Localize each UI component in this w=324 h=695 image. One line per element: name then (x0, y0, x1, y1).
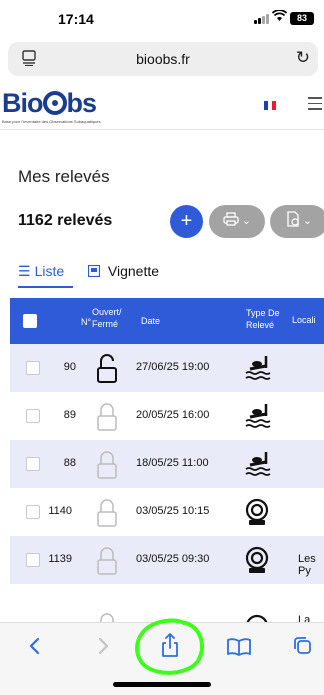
snorkel-icon (244, 354, 274, 382)
status-bar: 17:14 83 (0, 0, 324, 40)
table-row[interactable]: 89 20/05/25 16:00 (10, 392, 324, 440)
printer-icon (223, 212, 239, 226)
row-num: 1140 (48, 505, 72, 517)
signal-icon (254, 14, 270, 24)
row-num: 88 (63, 457, 76, 469)
header-type-line2[interactable]: Relevé (246, 320, 274, 331)
snorkel-icon (244, 402, 274, 430)
forward-icon[interactable] (88, 631, 118, 661)
row-date: 20/05/25 16:00 (136, 409, 210, 421)
table-row[interactable]: 88 18/05/25 11:00 (10, 440, 324, 488)
reload-icon[interactable]: ↻ (296, 48, 310, 68)
row-location: Les Py (298, 553, 316, 577)
row-num: 89 (63, 409, 76, 421)
row-date: 27/06/25 19:00 (136, 361, 210, 373)
lock-open-icon (96, 352, 118, 384)
logo-text-before: Bio (2, 88, 43, 118)
snorkel-icon (244, 450, 274, 478)
diving-helmet-icon (244, 498, 274, 526)
lock-closed-icon (96, 610, 118, 622)
french-flag-icon[interactable] (264, 101, 276, 110)
table-header: N° Ouvert/ Fermé Date Type De Relevé Loc… (10, 298, 324, 344)
row-location: La Lis (298, 614, 311, 622)
chevron-down-icon: ⌄ (241, 215, 252, 227)
chevron-down-icon: ⌄ (302, 215, 313, 227)
list-icon: ☰ (18, 263, 31, 279)
select-all-checkbox[interactable] (23, 314, 37, 328)
site-header: Bio bs Base pour l'Inventaire des Observa… (0, 85, 324, 130)
export-button[interactable]: ⌄ (270, 205, 324, 238)
address-bar[interactable]: bioobs.fr ↻ (8, 42, 318, 76)
tab-vignette[interactable]: Vignette (87, 263, 160, 279)
header-location[interactable]: Locali (292, 315, 316, 326)
tabs-overview-icon[interactable] (288, 631, 318, 661)
home-indicator[interactable] (113, 682, 211, 687)
header-date[interactable]: Date (141, 316, 160, 327)
tab-list[interactable]: ☰ Liste (18, 263, 73, 288)
row-num: 90 (63, 361, 76, 373)
logo-subtitle: Base pour l'Inventaire des Observations … (2, 119, 101, 124)
highlight-circle-annotation (135, 618, 204, 675)
logo-o-icon (42, 91, 67, 115)
back-icon[interactable] (20, 631, 50, 661)
row-date: 03/05/25 10:15 (136, 505, 210, 517)
print-button[interactable]: ⌄ (209, 205, 265, 238)
records-count: 1162 relevés (18, 212, 113, 229)
header-open-line1[interactable]: Ouvert/ (92, 307, 122, 318)
table-row[interactable]: 1139 03/05/25 09:30 Les Py (10, 536, 324, 584)
logo-text-after: bs (66, 88, 97, 118)
lock-closed-icon (96, 400, 118, 432)
header-open-line2[interactable]: Fermé (92, 319, 118, 330)
tab-list-label: Liste (34, 263, 65, 279)
page-title: Mes relevés (18, 167, 110, 186)
hamburger-icon[interactable] (308, 97, 322, 111)
bioobs-logo[interactable]: Bio bs (2, 88, 97, 118)
diving-helmet-icon (244, 546, 274, 574)
tab-vignette-label: Vignette (107, 263, 160, 279)
row-date: 03/05/25 09:30 (136, 553, 210, 565)
header-num[interactable]: N° (81, 317, 91, 328)
lock-closed-icon (96, 496, 118, 528)
header-type-line1[interactable]: Type De (246, 308, 280, 319)
add-record-button[interactable]: + (170, 205, 203, 238)
status-time: 17:14 (58, 11, 94, 27)
diving-helmet-icon (244, 614, 274, 622)
battery-indicator: 83 (290, 12, 314, 25)
table-row[interactable]: 1140 03/05/25 10:15 (10, 488, 324, 536)
bookmarks-icon[interactable] (224, 631, 254, 661)
url-text[interactable]: bioobs.fr (8, 51, 318, 67)
lock-closed-icon (96, 448, 118, 480)
wifi-icon (271, 9, 288, 25)
export-icon (287, 211, 299, 227)
grid-icon (87, 263, 104, 279)
row-date: 18/05/25 11:00 (136, 457, 209, 469)
row-num: 1139 (48, 553, 72, 565)
lock-closed-icon (96, 544, 118, 576)
table-row[interactable]: 90 27/06/25 19:00 (10, 344, 324, 392)
